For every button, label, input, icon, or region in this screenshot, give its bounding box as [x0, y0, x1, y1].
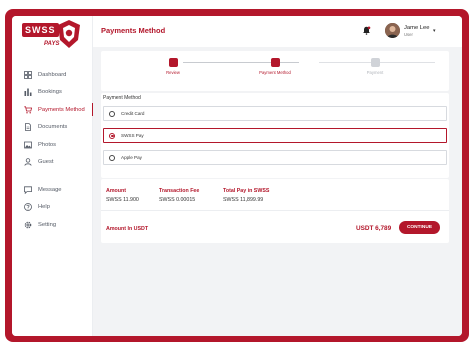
payment-method-title: Payment Method — [103, 95, 141, 101]
cart-icon — [24, 106, 32, 114]
sidebar-nav: Dashboard Bookings Payments Method Docum… — [12, 66, 94, 234]
sidebar: SWSS PAYS Dashboard Bookings Payments Me… — [12, 16, 94, 336]
sidebar-item-label: Guest — [38, 159, 54, 166]
image-icon — [24, 141, 32, 149]
sidebar-item-dashboard[interactable]: Dashboard — [12, 66, 93, 84]
sidebar-item-setting[interactable]: Setting — [12, 216, 93, 234]
avatar-image — [385, 23, 400, 38]
sidebar-item-label: Help — [38, 204, 50, 211]
step-payment-method-icon — [270, 58, 280, 67]
sidebar-item-label: Photos — [38, 141, 57, 148]
payment-option-apple-pay[interactable]: Apple Pay — [103, 150, 447, 165]
dashboard-icon — [24, 70, 32, 79]
payment-option-swss-pay[interactable]: SWSS Pay — [103, 128, 447, 143]
bell-icon[interactable] — [362, 26, 371, 35]
logo[interactable]: SWSS PAYS — [22, 19, 84, 63]
step-payment-icon — [370, 58, 380, 67]
summary-fee-label: Transaction Fee — [159, 188, 200, 194]
payment-option-label: Credit Card — [121, 111, 145, 116]
gear-icon — [24, 221, 32, 229]
summary-total-label: Total Pay in SWSS — [223, 188, 270, 194]
divider — [101, 210, 449, 211]
amount-usdt-label: Amount In USDT — [106, 226, 149, 232]
step-label: Payment — [366, 70, 384, 75]
page-title: Payments Method — [101, 26, 166, 35]
logo-text: SWSS — [22, 23, 59, 37]
step-review[interactable]: Review — [153, 58, 193, 75]
radio-button[interactable] — [109, 154, 115, 161]
avatar[interactable] — [385, 23, 400, 38]
radio-button[interactable] — [109, 110, 115, 117]
chevron-down-icon[interactable]: ▾ — [433, 28, 436, 34]
bar-chart-icon — [24, 88, 32, 97]
payment-option-label: SWSS Pay — [121, 133, 144, 138]
radio-button[interactable] — [109, 132, 115, 139]
sidebar-separator — [12, 171, 93, 181]
summary-amount-value: SWSS 11.900 — [106, 197, 139, 203]
continue-button[interactable]: CONTINUE — [399, 221, 440, 234]
checkout-steps: Review Payment Method Payment — [101, 51, 449, 91]
user-role: User — [404, 32, 413, 37]
sidebar-item-photos[interactable]: Photos — [12, 136, 93, 154]
step-label: Review — [166, 70, 180, 75]
sidebar-item-label: Dashboard — [38, 71, 67, 78]
payment-summary-card: Amount SWSS 11.900 Transaction Fee SWSS … — [101, 179, 449, 243]
help-icon — [24, 203, 32, 212]
sidebar-item-help[interactable]: Help — [12, 199, 93, 217]
page-frame: SWSS PAYS Dashboard Bookings Payments Me… — [0, 0, 474, 346]
sidebar-item-label: Bookings — [38, 89, 62, 96]
logo-emblem-icon — [58, 20, 80, 48]
sidebar-item-bookings[interactable]: Bookings — [12, 84, 93, 102]
message-icon — [24, 186, 32, 194]
step-review-icon — [168, 58, 178, 67]
summary-total-value: SWSS 11,899.99 — [223, 197, 264, 203]
sidebar-item-message[interactable]: Message — [12, 181, 93, 199]
sidebar-item-payments-method[interactable]: Payments Method — [12, 101, 94, 119]
sidebar-item-guest[interactable]: Guest — [12, 154, 93, 172]
payment-option-label: Apple Pay — [121, 155, 142, 160]
sidebar-item-documents[interactable]: Documents — [12, 119, 93, 137]
sidebar-item-label: Message — [38, 186, 62, 193]
sidebar-item-label: Payments Method — [38, 106, 85, 113]
user-icon — [24, 158, 32, 167]
user-name: Jame Lee — [404, 25, 430, 31]
main-content: Payments Method Jame Lee User ▾ Review P… — [93, 16, 462, 336]
app-window: SWSS PAYS Dashboard Bookings Payments Me… — [12, 16, 462, 336]
summary-total: Total Pay in SWSS SWSS 11,899.99 — [223, 188, 269, 203]
summary-amount-label: Amount — [106, 188, 127, 194]
payment-option-credit-card[interactable]: Credit Card — [103, 106, 447, 121]
payment-method-card: Payment Method Credit Card SWSS Pay Appl… — [101, 93, 449, 178]
sidebar-item-label: Documents — [38, 124, 68, 131]
amount-usdt-value: USDT 6,789 — [356, 225, 392, 232]
summary-amount: Amount SWSS 11.900 — [106, 188, 139, 203]
step-label: Payment Method — [259, 70, 291, 75]
summary-fee: Transaction Fee SWSS 0.00015 — [159, 188, 199, 203]
sidebar-item-label: Setting — [38, 221, 57, 228]
document-icon — [25, 123, 31, 132]
summary-fee-value: SWSS 0.00015 — [159, 197, 196, 203]
top-bar: Payments Method Jame Lee User ▾ — [93, 16, 462, 47]
step-payment-method[interactable]: Payment Method — [255, 58, 295, 75]
step-payment[interactable]: Payment — [355, 58, 395, 75]
